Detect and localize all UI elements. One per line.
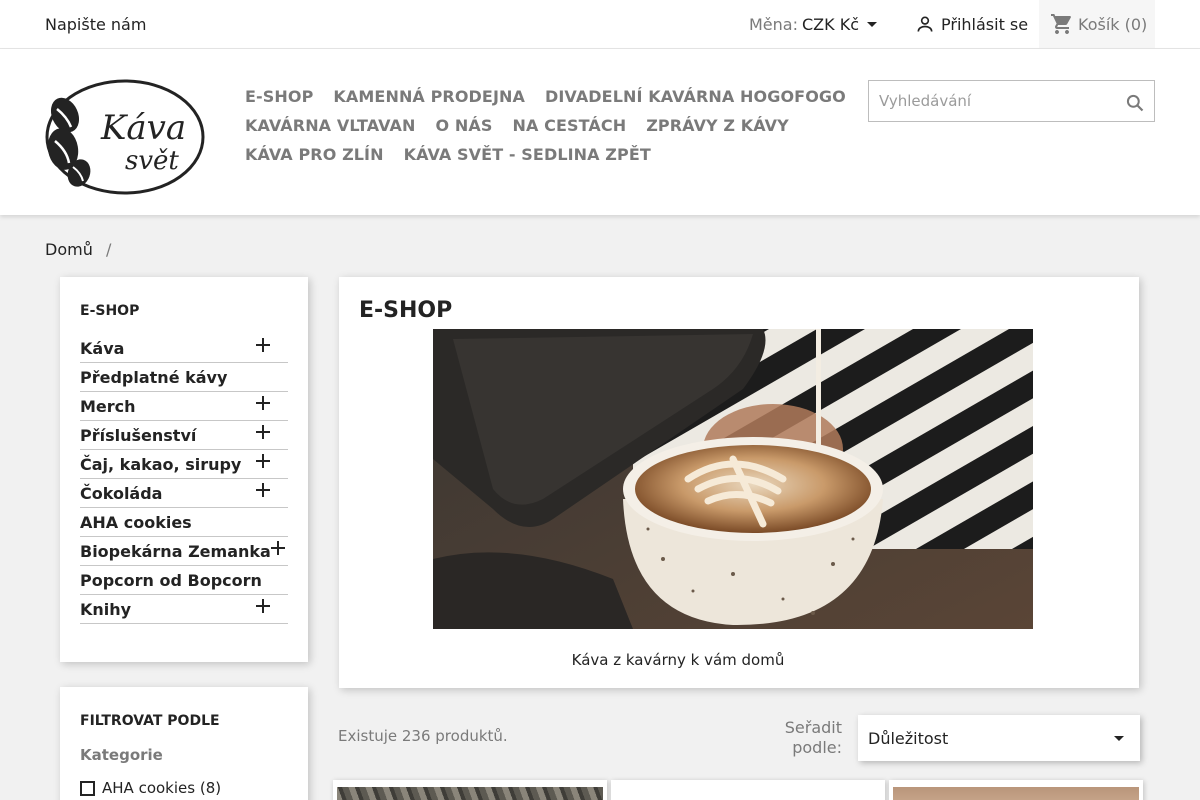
category-hero-image (433, 329, 1033, 629)
caret-down-icon[interactable] (866, 22, 877, 27)
filter-panel-title: FILTROVAT PODLE (80, 713, 220, 729)
currency-value[interactable]: CZK Kč (802, 15, 859, 34)
breadcrumb: Domů / (45, 240, 111, 259)
category-label[interactable]: Knihy (80, 600, 131, 619)
search-input[interactable] (869, 81, 1109, 121)
product-image[interactable] (337, 787, 603, 800)
product-card[interactable] (611, 780, 885, 800)
filter-option-label[interactable]: AHA cookies (8) (102, 779, 221, 797)
hero-caption: Káva z kavárny k vám domů (571, 651, 785, 669)
category-label[interactable]: Čaj, kakao, sirupy (80, 455, 241, 474)
category-label[interactable]: AHA cookies (80, 513, 192, 532)
category-label[interactable]: Popcorn od Bopcorn (80, 571, 262, 590)
nav-item-e-shop[interactable]: E-SHOP (245, 87, 313, 106)
logo-line-1: Káva (100, 108, 186, 148)
kava-svet-logo[interactable]: Káva svět (45, 79, 205, 195)
category-item-caj-kakao-sirupy[interactable]: Čaj, kakao, sirupy (80, 450, 288, 479)
category-item-merch[interactable]: Merch (80, 392, 288, 421)
nav-row: KÁVA PRO ZLÍN KÁVA SVĚT - SEDLINA ZPĚT (245, 140, 805, 169)
contact-link[interactable]: Napište nám (45, 15, 146, 34)
search-box (868, 80, 1155, 122)
product-count: Existuje 236 produktů. (338, 727, 508, 745)
shopping-cart-icon (1051, 14, 1071, 34)
currency-selector[interactable]: Měna: CZK Kč (749, 15, 877, 34)
nav-item-na-cestach[interactable]: NA CESTÁCH (512, 116, 626, 135)
category-list: Káva Předplatné kávy Merch Příslušenství… (80, 334, 288, 624)
user-icon (917, 16, 933, 32)
category-label[interactable]: Biopekárna Zemanka (80, 542, 271, 561)
login-label[interactable]: Přihlásit se (941, 15, 1028, 34)
plus-icon[interactable] (256, 483, 270, 497)
filter-section-title: Kategorie (80, 746, 163, 764)
nav-item-kavarna-vltavan[interactable]: KAVÁRNA VLTAVAN (245, 116, 416, 135)
breadcrumb-home[interactable]: Domů (45, 240, 93, 259)
page-title: E-SHOP (359, 298, 453, 323)
nav-item-sedlina-zpet[interactable]: KÁVA SVĚT - SEDLINA ZPĚT (404, 145, 651, 164)
category-label[interactable]: Příslušenství (80, 426, 196, 445)
category-item-popcorn[interactable]: Popcorn od Bopcorn (80, 566, 288, 595)
nav-row: E-SHOP KAMENNÁ PRODEJNA DIVADELNÍ KAVÁRN… (245, 82, 846, 111)
filter-panel: FILTROVAT PODLE Kategorie AHA cookies (8… (60, 687, 308, 800)
category-item-biopekarna-zemanka[interactable]: Biopekárna Zemanka (80, 537, 288, 566)
main-navigation: E-SHOP KAMENNÁ PRODEJNA DIVADELNÍ KAVÁRN… (245, 82, 846, 169)
nav-row: KAVÁRNA VLTAVAN O NÁS NA CESTÁCH ZPRÁVY … (245, 111, 805, 140)
category-item-prislusenstvi[interactable]: Příslušenství (80, 421, 288, 450)
category-item-knihy[interactable]: Knihy (80, 595, 288, 624)
breadcrumb-separator: / (105, 240, 112, 259)
category-label[interactable]: Čokoláda (80, 484, 162, 503)
nav-item-kava-pro-zlin[interactable]: KÁVA PRO ZLÍN (245, 145, 384, 164)
category-header-panel: E-SHOP Káva z kavárny k vám domů (339, 277, 1139, 688)
nav-item-zpravy-z-kavy[interactable]: ZPRÁVY Z KÁVY (646, 116, 789, 135)
plus-icon[interactable] (256, 599, 270, 613)
plus-icon[interactable] (256, 338, 270, 352)
caret-down-icon[interactable] (1114, 736, 1124, 741)
header: Káva svět E-SHOP KAMENNÁ PRODEJNA DIVADE… (0, 49, 1200, 215)
category-label[interactable]: Předplatné kávy (80, 368, 227, 387)
category-label[interactable]: Merch (80, 397, 136, 416)
sort-select[interactable]: Důležitost (858, 715, 1140, 761)
plus-icon[interactable] (256, 454, 270, 468)
category-item-cokolada[interactable]: Čokoláda (80, 479, 288, 508)
login-link[interactable]: Přihlásit se (915, 14, 1028, 34)
cart-button[interactable]: Košík (0) (1039, 0, 1155, 48)
plus-icon[interactable] (256, 425, 270, 439)
product-image[interactable] (615, 787, 881, 800)
nav-item-kamenna-prodejna[interactable]: KAMENNÁ PRODEJNA (333, 87, 525, 106)
currency-label: Měna: (749, 15, 798, 34)
category-item-predplatne-kavy[interactable]: Předplatné kávy (80, 363, 288, 392)
top-bar: Napište nám Měna: CZK Kč Přihlásit se Ko… (0, 0, 1200, 49)
category-label[interactable]: Káva (80, 339, 124, 358)
nav-item-divadelni-kavarna[interactable]: DIVADELNÍ KAVÁRNA HOGOFOGO (545, 87, 846, 106)
sort-label: Seřadit podle: (784, 718, 842, 757)
checkbox[interactable] (80, 780, 95, 796)
product-card[interactable] (889, 780, 1143, 800)
category-panel-title: E-SHOP (80, 303, 140, 319)
category-item-aha-cookies[interactable]: AHA cookies (80, 508, 288, 537)
product-card[interactable] (333, 780, 607, 800)
sort-select-value[interactable]: Důležitost (868, 729, 948, 748)
category-item-kava[interactable]: Káva (80, 334, 288, 363)
logo-line-2: svět (125, 146, 179, 176)
product-image[interactable] (893, 787, 1139, 800)
nav-item-o-nas[interactable]: O NÁS (436, 116, 493, 135)
plus-icon[interactable] (256, 396, 270, 410)
category-panel: E-SHOP Káva Předplatné kávy Merch Příslu… (60, 277, 308, 662)
filter-option[interactable]: AHA cookies (8) (80, 779, 288, 797)
cart-label[interactable]: Košík (0) (1078, 15, 1147, 34)
search-icon[interactable] (1125, 93, 1145, 113)
